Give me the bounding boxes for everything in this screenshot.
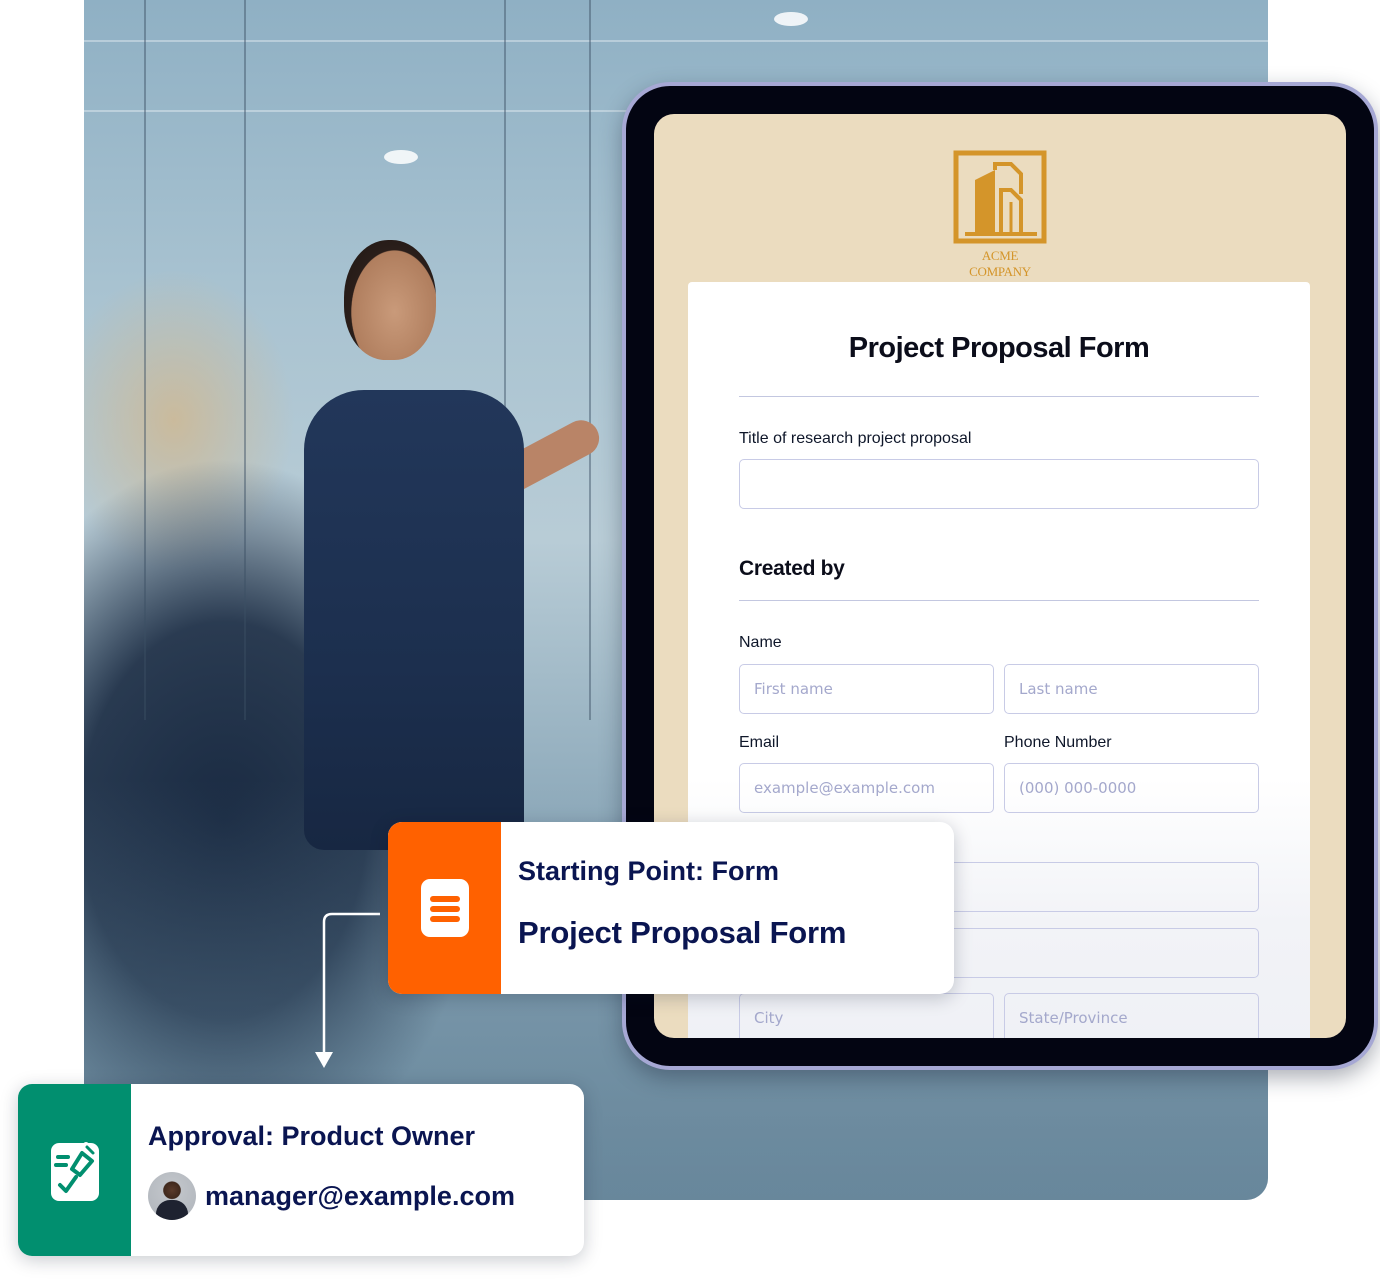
project-title-label: Title of research project proposal xyxy=(739,430,972,447)
photo-window-frame xyxy=(144,0,146,720)
section-divider xyxy=(739,600,1259,601)
company-name: ACME COMPANY xyxy=(969,248,1031,279)
title-divider xyxy=(739,396,1259,397)
phone-label: Phone Number xyxy=(1004,734,1112,751)
city-input[interactable]: City xyxy=(739,993,994,1038)
signature-approval-icon xyxy=(50,1142,99,1201)
photo-window-frame xyxy=(244,0,246,720)
photo-presenter xyxy=(294,230,606,850)
assignee-row: manager@example.com xyxy=(148,1172,515,1220)
company-logo: ACME COMPANY xyxy=(952,150,1048,280)
first-name-input[interactable]: First name xyxy=(739,664,994,714)
last-name-input[interactable]: Last name xyxy=(1004,664,1259,714)
starting-point-badge xyxy=(388,822,501,994)
assignee-avatar xyxy=(148,1172,196,1220)
photo-ceiling-line xyxy=(84,40,1268,42)
name-label: Name xyxy=(739,634,782,651)
phone-input[interactable]: (000) 000-0000 xyxy=(1004,763,1259,813)
workflow-connector-arrow xyxy=(315,912,380,1068)
state-input[interactable]: State/Province xyxy=(1004,993,1259,1038)
photo-window-frame xyxy=(589,0,591,720)
form-title: Project Proposal Form xyxy=(848,332,1150,364)
approval-content: Approval: Product Owner manager@example.… xyxy=(131,1084,515,1256)
email-label: Email xyxy=(739,734,780,751)
email-input[interactable]: example@example.com xyxy=(739,763,994,813)
photo-presenter-head xyxy=(344,240,436,360)
approval-card[interactable]: Approval: Product Owner manager@example.… xyxy=(18,1084,584,1256)
starting-point-content: Starting Point: Form Project Proposal Fo… xyxy=(501,822,846,994)
building-icon xyxy=(953,150,1047,244)
photo-ceiling-light xyxy=(384,150,418,164)
approval-badge xyxy=(18,1084,131,1256)
created-by-heading: Created by xyxy=(739,557,845,580)
starting-point-title: Project Proposal Form xyxy=(518,915,847,950)
photo-presenter-body xyxy=(304,390,524,850)
approval-kicker: Approval: Product Owner xyxy=(148,1121,476,1151)
starting-point-kicker: Starting Point: Form xyxy=(518,856,779,886)
photo-ceiling-light xyxy=(774,12,808,26)
starting-point-card[interactable]: Starting Point: Form Project Proposal Fo… xyxy=(388,822,954,994)
assignee-email: manager@example.com xyxy=(205,1180,515,1211)
form-icon xyxy=(420,879,469,937)
project-title-input[interactable] xyxy=(739,459,1259,509)
